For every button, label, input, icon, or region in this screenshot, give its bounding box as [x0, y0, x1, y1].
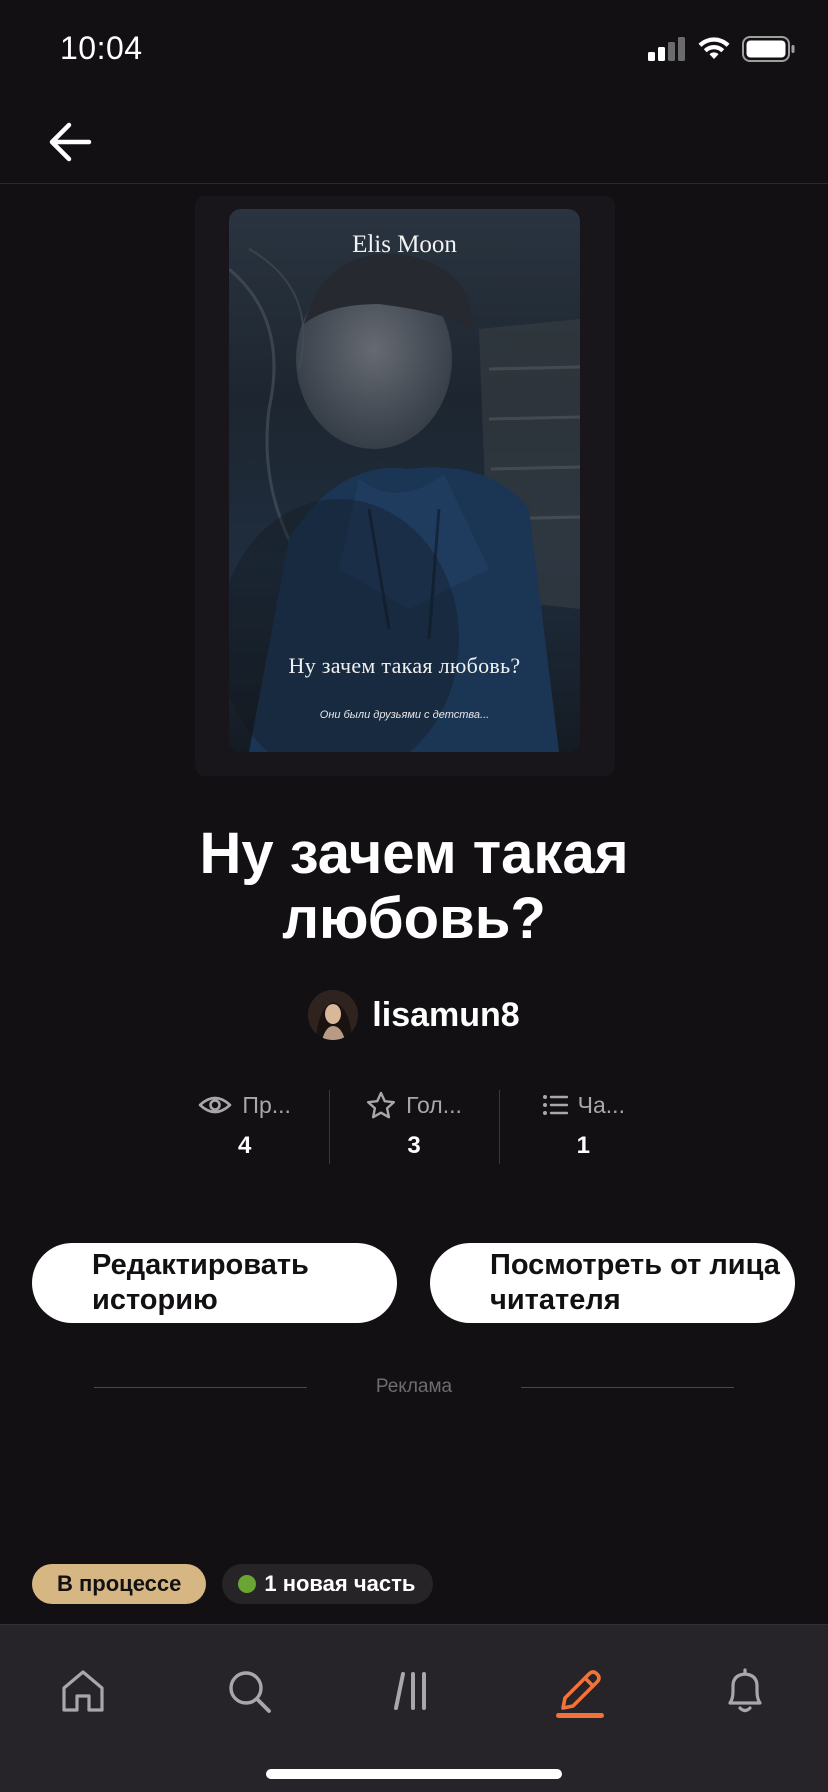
stats-row: Пр... 4 Гол... 3 Ча... 1 — [160, 1088, 668, 1164]
write-icon — [561, 1670, 601, 1710]
status-badge: В процессе — [32, 1564, 207, 1604]
stat-label: Гол... — [406, 1091, 462, 1118]
ad-label: Реклама — [375, 1376, 453, 1397]
eye-icon — [199, 1096, 232, 1114]
back-button[interactable] — [40, 114, 100, 170]
stat-parts[interactable]: Ча... 1 — [498, 1088, 668, 1164]
cover-tagline: Они были друзьями с детства... — [319, 709, 490, 721]
tab-home[interactable] — [43, 1651, 123, 1731]
status-time: 10:04 — [60, 30, 143, 66]
star-icon — [367, 1091, 396, 1119]
author-link[interactable]: lisamun8 — [0, 990, 828, 1040]
stat-label: Ча... — [577, 1091, 625, 1118]
tab-notifications[interactable] — [705, 1651, 785, 1731]
cover-author: Elis Moon — [352, 231, 457, 258]
search-icon — [229, 1671, 271, 1713]
cellular-signal-icon — [648, 37, 685, 61]
status-icons — [648, 36, 796, 62]
stat-value: 1 — [576, 1132, 590, 1159]
divider-line — [94, 1386, 307, 1388]
avatar — [308, 990, 359, 1040]
stat-votes[interactable]: Гол... 3 — [329, 1088, 498, 1164]
book-title: Ну зачем такая любовь? — [199, 821, 629, 951]
stat-value: 4 — [237, 1132, 252, 1159]
edit-story-button[interactable]: Редактировать историю — [32, 1243, 397, 1323]
wifi-icon — [698, 37, 730, 59]
cover-title: Ну зачем такая любовь? — [288, 653, 521, 678]
active-tab-indicator — [556, 1713, 604, 1718]
list-icon — [542, 1095, 568, 1115]
new-parts-badge: 1 новая часть — [222, 1564, 434, 1604]
stat-value: 3 — [407, 1132, 421, 1159]
battery-icon — [742, 36, 795, 62]
tab-search[interactable] — [209, 1651, 289, 1731]
tab-write[interactable] — [540, 1651, 620, 1731]
author-name: lisamun8 — [372, 995, 520, 1034]
ad-divider: Реклама — [94, 1372, 734, 1402]
stat-label: Пр... — [242, 1091, 291, 1118]
bell-icon — [728, 1668, 762, 1713]
bottom-tab-bar — [0, 1624, 828, 1792]
library-icon — [394, 1672, 426, 1710]
home-icon — [62, 1670, 104, 1712]
new-parts-label: 1 новая часть — [264, 1571, 416, 1596]
status-bar: 10:04 — [0, 0, 828, 100]
green-dot-icon — [238, 1575, 257, 1593]
reader-view-button[interactable]: Посмотреть от лица читателя — [430, 1243, 795, 1323]
tab-library[interactable] — [374, 1651, 454, 1731]
divider-line — [521, 1386, 734, 1388]
top-bar — [0, 100, 828, 184]
story-badges: В процессе 1 новая часть — [32, 1564, 434, 1604]
stat-views[interactable]: Пр... 4 — [160, 1088, 329, 1164]
book-cover[interactable]: Elis Moon Ну зачем такая любовь? Они был… — [229, 209, 580, 752]
home-indicator — [266, 1769, 562, 1779]
arrow-left-icon — [49, 122, 92, 162]
